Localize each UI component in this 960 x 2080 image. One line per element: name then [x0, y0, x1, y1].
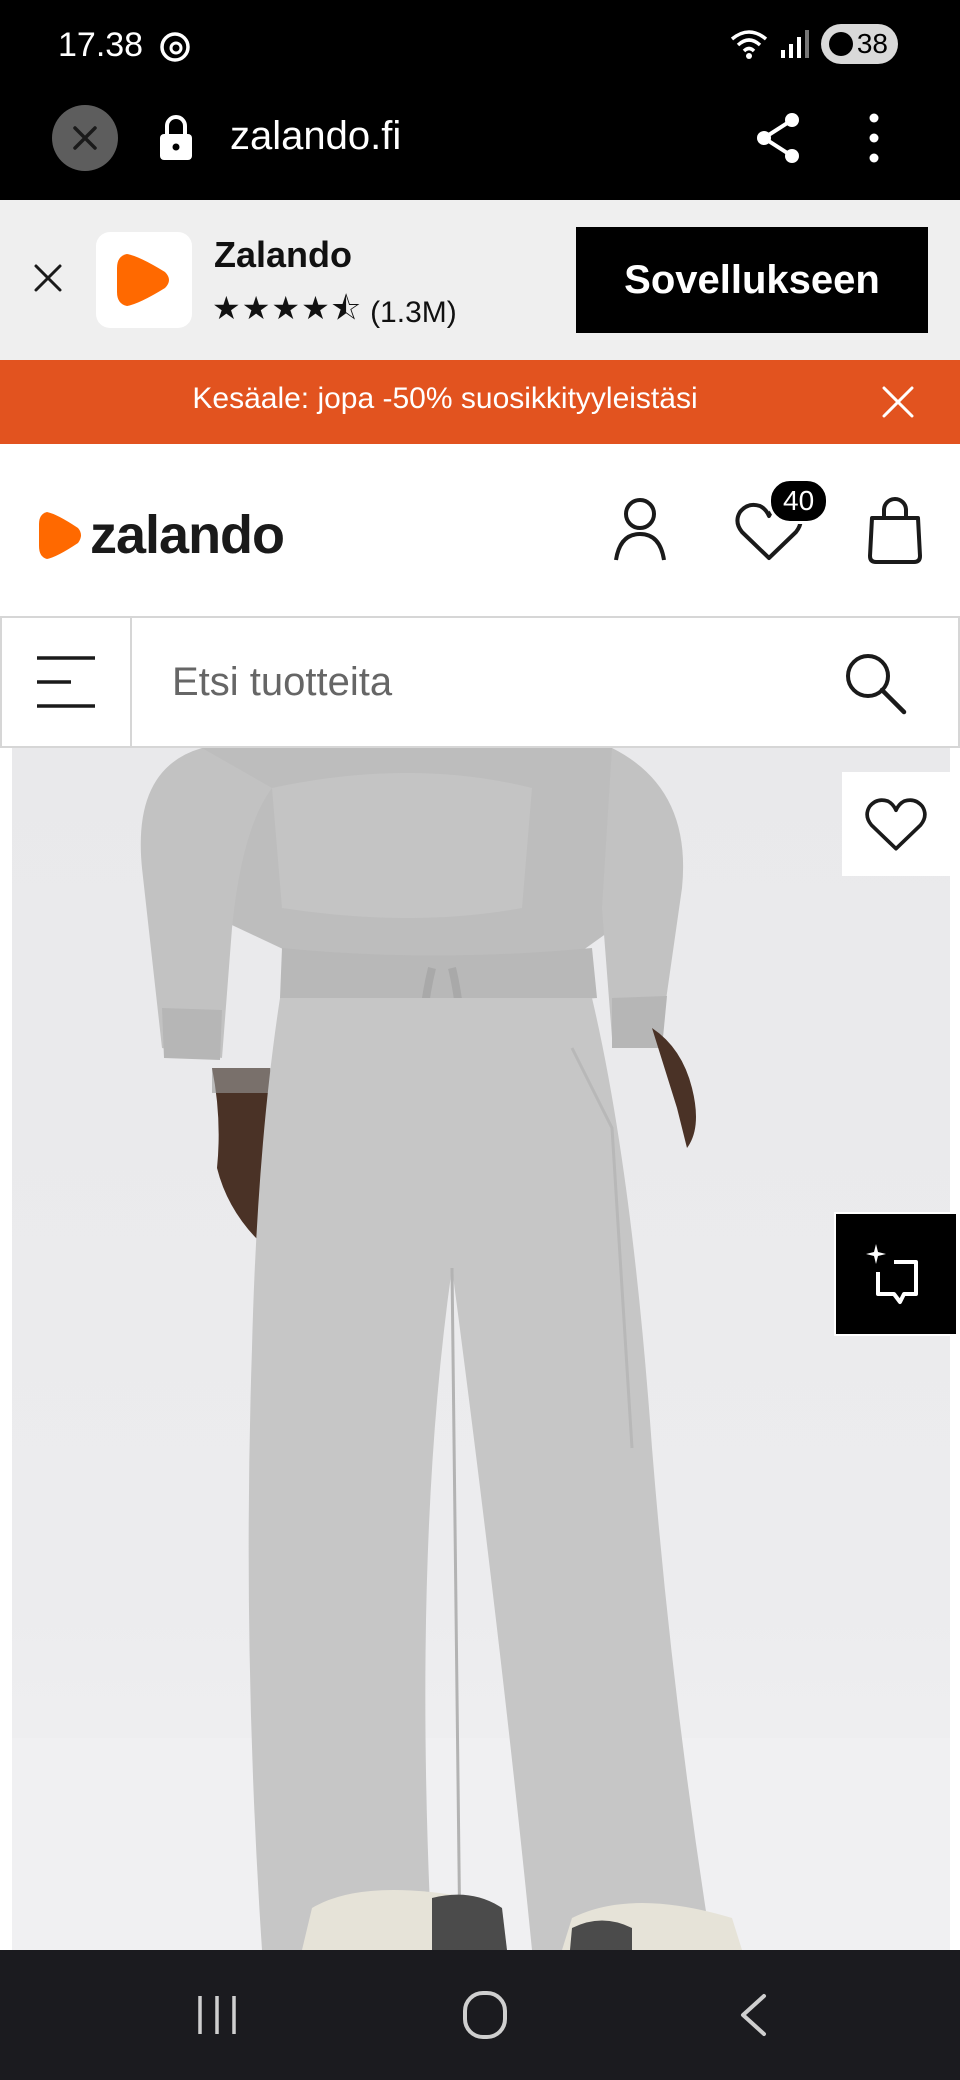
visual-search-sparkle-icon [866, 1244, 918, 1304]
status-time: 17.38 [58, 26, 144, 64]
close-tab-button[interactable] [52, 105, 118, 171]
heart-icon [865, 798, 927, 851]
promo-text[interactable]: Kesäale: jopa -50% suosikkityyleistäsi [0, 382, 960, 416]
zalando-logo-icon [117, 254, 169, 306]
system-navigation-bar [0, 1950, 960, 2080]
shopping-bag-icon[interactable] [866, 496, 924, 564]
promo-banner[interactable]: Kesäale: jopa -50% suosikkityyleistäsi [0, 360, 960, 444]
product-gallery [0, 748, 960, 1950]
status-bar: 17.38 38 [0, 0, 960, 92]
menu-button[interactable] [2, 618, 132, 746]
threads-icon [160, 32, 190, 62]
home-icon[interactable] [462, 1990, 508, 2040]
visual-search-button[interactable] [834, 1212, 958, 1336]
app-install-banner: Zalando ★★★★⯪ (1.3M) Sovellukseen [0, 200, 960, 360]
search-row [0, 616, 960, 748]
browser-toolbar: zalando.fi [0, 92, 960, 200]
promo-close-icon[interactable] [880, 384, 916, 420]
add-to-wishlist-button[interactable] [842, 772, 950, 876]
battery-level: 38 [856, 28, 888, 59]
more-vertical-icon[interactable] [858, 110, 890, 166]
signal-icon [780, 30, 809, 58]
app-rating: ★★★★⯪ (1.3M) [212, 286, 457, 340]
rating-stars-icon: ★★★★⯪ [212, 289, 363, 327]
close-icon [73, 126, 97, 150]
account-icon[interactable] [612, 496, 668, 562]
product-image[interactable] [12, 748, 950, 1950]
product-photo [12, 748, 950, 1950]
zalando-logo[interactable]: zalando [36, 504, 285, 566]
wifi-icon [730, 30, 767, 59]
battery-icon: 38 [820, 24, 898, 64]
url-bar[interactable]: zalando.fi [230, 114, 401, 159]
search-input[interactable] [134, 618, 814, 746]
recent-apps-icon[interactable] [196, 1994, 238, 2036]
battery-saver-icon [828, 32, 853, 56]
banner-close-icon[interactable] [30, 260, 66, 296]
share-icon[interactable] [754, 110, 804, 166]
open-in-app-button[interactable]: Sovellukseen [576, 227, 928, 333]
status-icons: 38 [729, 24, 898, 64]
search-icon[interactable] [842, 650, 908, 716]
hamburger-menu-icon [37, 656, 95, 708]
lock-icon[interactable] [158, 112, 194, 162]
back-icon[interactable] [738, 1992, 768, 2038]
zalando-logo-icon [39, 512, 81, 559]
review-count: (1.3M) [370, 296, 457, 329]
site-header: zalando 40 [0, 444, 960, 616]
logo-text: zalando [90, 505, 285, 565]
wishlist-count-badge: 40 [768, 478, 830, 524]
app-name: Zalando [214, 234, 353, 275]
app-icon [96, 232, 192, 328]
